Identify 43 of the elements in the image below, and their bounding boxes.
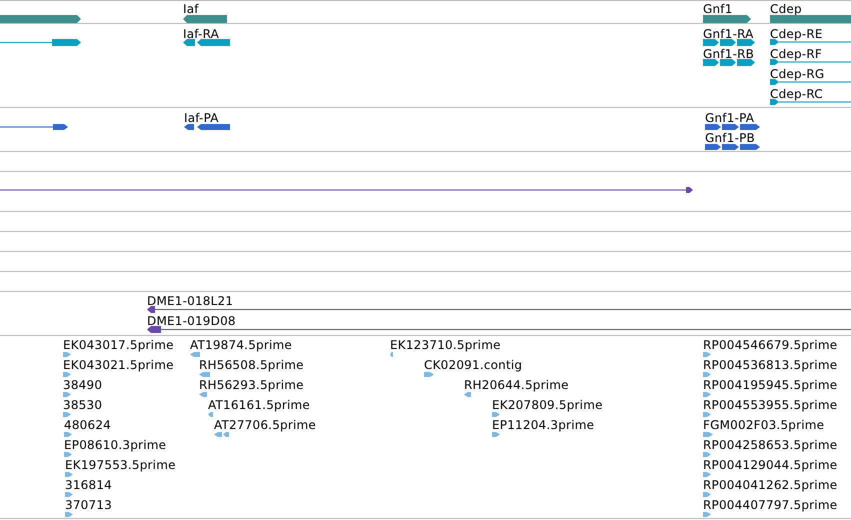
- feature-label: DME1-018L21: [147, 294, 234, 308]
- feature-label: FGM002F03.5prime: [703, 418, 824, 432]
- feature-label: Gnf1-RA: [703, 27, 754, 41]
- feature-label: AT27706.5prime: [214, 418, 316, 432]
- feature-label: RP004195945.5prime: [703, 378, 838, 392]
- feature-label: EP11204.3prime: [492, 418, 594, 432]
- feature-label: RH56293.5prime: [199, 378, 304, 392]
- feature-label: Iaf: [183, 2, 199, 16]
- feature-label: Gnf1: [703, 2, 733, 16]
- feature-label: Iaf-RA: [183, 27, 220, 41]
- feature-label: RP004553955.5prime: [703, 398, 838, 412]
- feature-label: Cdep-RG: [770, 67, 824, 81]
- feature-label: EP08610.3prime: [64, 438, 166, 452]
- feature-label: RP004536813.5prime: [703, 358, 838, 372]
- feature-label: RP004129044.5prime: [703, 458, 838, 472]
- feature-label: 38490: [63, 378, 102, 392]
- feature-label: RP004258653.5prime: [703, 438, 838, 452]
- feature-label: EK043021.5prime: [63, 358, 174, 372]
- feature-label: CK02091.contig: [424, 358, 522, 372]
- feature-label: 38530: [63, 398, 102, 412]
- feature-label: Gnf1-PB: [705, 131, 755, 145]
- feature-label: Iaf-PA: [184, 111, 219, 125]
- feature-label: RP004407797.5prime: [703, 498, 838, 512]
- feature-label: RH56508.5prime: [199, 358, 304, 372]
- feature-label: AT16161.5prime: [208, 398, 310, 412]
- feature-label: Gnf1-PA: [705, 111, 754, 125]
- feature-label: RH20644.5prime: [464, 378, 569, 392]
- feature-label: Cdep-RC: [770, 87, 823, 101]
- feature-label: Cdep: [770, 2, 802, 16]
- feature-label: 370713: [65, 498, 112, 512]
- feature-label: 480624: [64, 418, 112, 432]
- feature-label: RP004546679.5prime: [703, 338, 838, 352]
- feature-label: Gnf1-RB: [703, 47, 754, 61]
- feature-label: EK043017.5prime: [63, 338, 174, 352]
- feature-label: 316814: [65, 478, 112, 492]
- feature-label: EK123710.5prime: [390, 338, 501, 352]
- feature-label: RP004041262.5prime: [703, 478, 838, 492]
- feature-label: EK207809.5prime: [492, 398, 603, 412]
- feature-label: DME1-019D08: [147, 314, 236, 328]
- feature-label: Cdep-RF: [770, 47, 822, 61]
- feature-label: AT19874.5prime: [190, 338, 292, 352]
- feature-label: EK197553.5prime: [65, 458, 176, 472]
- feature-label: Cdep-RE: [770, 27, 823, 41]
